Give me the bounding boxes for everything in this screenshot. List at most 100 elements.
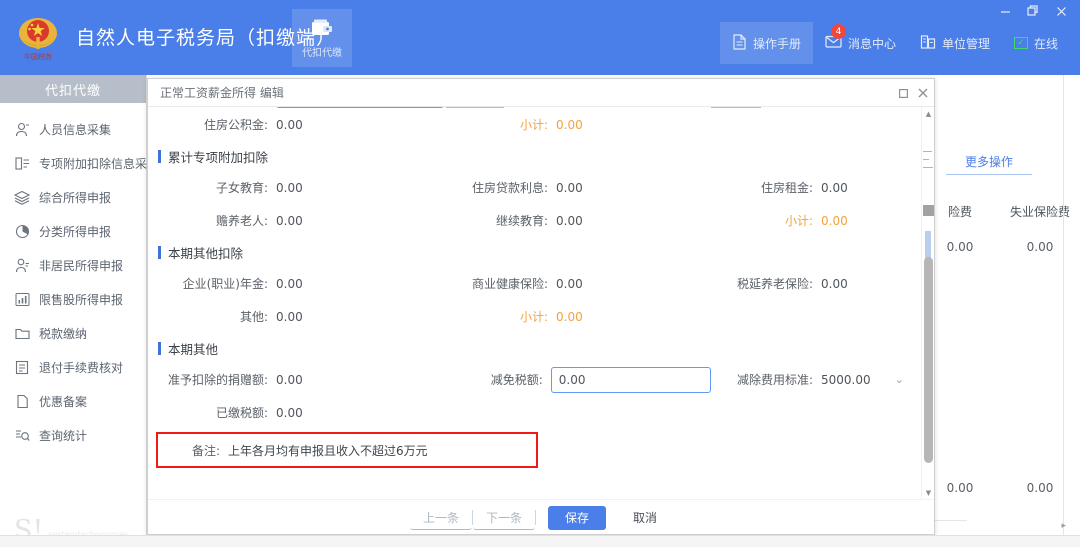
monitor-check-icon: ✓: [1013, 37, 1028, 49]
sidebar-item-label: 限售股所得申报: [39, 292, 124, 307]
dialog-window-controls: [899, 79, 928, 107]
save-button[interactable]: 保存: [548, 505, 607, 530]
field-label: 税延养老保险:: [736, 277, 813, 291]
clipped-input[interactable]: [276, 107, 444, 108]
cancel-button[interactable]: 取消: [618, 506, 672, 530]
dialog-title: 正常工资薪金所得 编辑: [160, 86, 284, 100]
field-tax-reduction: 减免税额: 0.00: [446, 366, 711, 393]
sidebar-item-query-statistics[interactable]: 查询统计: [0, 418, 146, 452]
table-row[interactable]: 0.00 0.00: [920, 234, 1080, 260]
section-marker: [158, 149, 161, 163]
close-button[interactable]: [1048, 2, 1074, 20]
clipped-row: [148, 107, 923, 108]
table-row[interactable]: 0.00 0.00: [920, 475, 1080, 501]
tax-reduction-input[interactable]: 0.00: [550, 366, 711, 393]
action-online-status[interactable]: ✓ 在线: [1002, 22, 1070, 64]
remark-value[interactable]: 上年各月均有申报且收入不超过6万元: [228, 442, 428, 459]
sidebar-item-label: 优惠备案: [39, 394, 88, 409]
field-continuing-education: 继续教育: 0.00: [446, 212, 711, 229]
sidebar-item-comprehensive-income[interactable]: 综合所得申报: [0, 180, 146, 214]
action-unit-management[interactable]: 单位管理: [908, 22, 1002, 64]
field-value: 0.00: [556, 180, 583, 195]
pie-clock-icon: [14, 223, 30, 239]
field-subtotal: 小计: 0.00: [446, 308, 711, 325]
field-value: 0.00: [276, 309, 303, 324]
sidebar-item-nonresident-income[interactable]: 非居民所得申报: [0, 248, 146, 282]
maximize-icon[interactable]: [899, 88, 908, 98]
module-tab-withholding[interactable]: 代扣代缴: [292, 9, 352, 67]
remark-label: 备注:: [191, 443, 220, 458]
scrollbar-thumb[interactable]: [924, 257, 933, 463]
form-row: 赡养老人: 0.00 继续教育: 0.00 小计: 0.00: [148, 204, 923, 237]
field-subtotal: 小计: 0.00: [711, 212, 921, 229]
scroll-mark-icon: [923, 205, 934, 216]
remark-highlight-box: 备注: 上年各月均有申报且收入不超过6万元: [156, 432, 538, 468]
field-housing-rent: 住房租金: 0.00: [711, 179, 921, 196]
field-other-deduction: 其他: 0.00: [156, 308, 446, 325]
field-label: 减免税额:: [490, 373, 543, 387]
field-value: 0.00: [556, 276, 583, 291]
field-label: 子女教育:: [215, 181, 268, 195]
action-manual-label: 操作手册: [752, 36, 801, 51]
field-label: 商业健康保险:: [471, 277, 548, 291]
field-label: 继续教育:: [495, 214, 548, 228]
field-value: 0.00: [276, 117, 303, 132]
section-title: 本期其他: [168, 341, 219, 357]
background-table-bottom: 0.00 0.00: [920, 475, 1080, 501]
prev-record-button[interactable]: 上一条: [409, 506, 472, 530]
sidebar-item-personnel-info[interactable]: 人员信息采集: [0, 112, 146, 146]
chevron-down-icon[interactable]: ⌄: [895, 373, 904, 386]
sidebar-item-special-deduction[interactable]: 专项附加扣除信息采集: [0, 146, 159, 180]
sidebar-item-classified-income[interactable]: 分类所得申报: [0, 214, 146, 248]
section-title: 本期其他扣除: [168, 245, 244, 261]
sidebar-item-label: 查询统计: [39, 428, 88, 443]
form-row: 住房公积金: 0.00 小计: 0.00: [148, 108, 923, 141]
sidebar-item-tax-payment[interactable]: 税款缴纳: [0, 316, 146, 350]
action-message-center[interactable]: 4 消息中心: [813, 22, 908, 64]
minimize-button[interactable]: [992, 2, 1018, 20]
scroll-down-arrow[interactable]: ▼: [922, 486, 934, 499]
form-row: 子女教育: 0.00 住房贷款利息: 0.00 住房租金: 0.00: [148, 171, 923, 204]
field-tax-paid: 已缴税额: 0.00: [156, 404, 446, 421]
field-label: 企业(职业)年金:: [182, 277, 268, 291]
field-label: 住房公积金:: [203, 118, 268, 132]
dialog-form: 住房公积金: 0.00 小计: 0.00 累计专项附加扣除 子女教育: 0.00…: [148, 107, 923, 468]
sidebar-item-label: 人员信息采集: [39, 122, 112, 137]
field-value: 0.00: [276, 372, 303, 387]
table-cell: 0.00: [1026, 481, 1054, 495]
restore-button[interactable]: [1020, 2, 1046, 20]
section-header-current-other-deduction: 本期其他扣除: [148, 237, 923, 267]
more-actions-link[interactable]: 更多操作: [946, 153, 1032, 175]
field-deductible-donation: 准予扣除的捐赠额: 0.00: [156, 371, 446, 388]
dialog-header: 正常工资薪金所得 编辑: [148, 79, 934, 107]
field-label: 住房租金:: [760, 181, 813, 195]
field-label: 小计:: [784, 214, 813, 228]
sidebar-item-label: 退付手续费核对: [39, 360, 124, 375]
action-message-label: 消息中心: [847, 36, 896, 51]
field-label: 小计:: [519, 310, 548, 324]
horizontal-scroll-arrow[interactable]: ▸: [1061, 521, 1066, 531]
next-record-button[interactable]: 下一条: [473, 506, 536, 530]
sidebar-item-preferential-filing[interactable]: 优惠备案: [0, 384, 146, 418]
scroll-up-arrow[interactable]: ▲: [922, 107, 934, 120]
table-header-row: 险费 失业保险费: [920, 203, 1080, 234]
form-row: 已缴税额: 0.00: [148, 396, 923, 429]
field-label: 减除费用标准:: [736, 373, 813, 387]
field-housing-loan-interest: 住房贷款利息: 0.00: [446, 179, 711, 196]
layers-icon: [14, 189, 30, 205]
sidebar-item-refund-fee-check[interactable]: 退付手续费核对: [0, 350, 146, 384]
app-header: 中国税务 自然人电子税务局（扣缴端） 代扣代缴 操作手册 4 消息中心 单位管理…: [0, 0, 1080, 75]
field-commercial-health-insurance: 商业健康保险: 0.00: [446, 275, 711, 292]
table-cell: 0.00: [1026, 240, 1054, 254]
field-deferred-pension-insurance: 税延养老保险: 0.00: [711, 275, 921, 292]
close-icon[interactable]: [918, 88, 928, 98]
field-value: 0.00: [276, 213, 303, 228]
dialog-vertical-scrollbar[interactable]: ▲ ▼: [921, 107, 934, 499]
building-icon: [920, 34, 936, 53]
sidebar-item-restricted-shares[interactable]: 限售股所得申报: [0, 282, 146, 316]
field-label: 赡养老人:: [215, 214, 268, 228]
field-value: 0.00: [276, 276, 303, 291]
action-unit-label: 单位管理: [941, 36, 990, 51]
sidebar-header-label: 代扣代缴: [44, 83, 101, 99]
action-manual[interactable]: 操作手册: [719, 22, 813, 64]
